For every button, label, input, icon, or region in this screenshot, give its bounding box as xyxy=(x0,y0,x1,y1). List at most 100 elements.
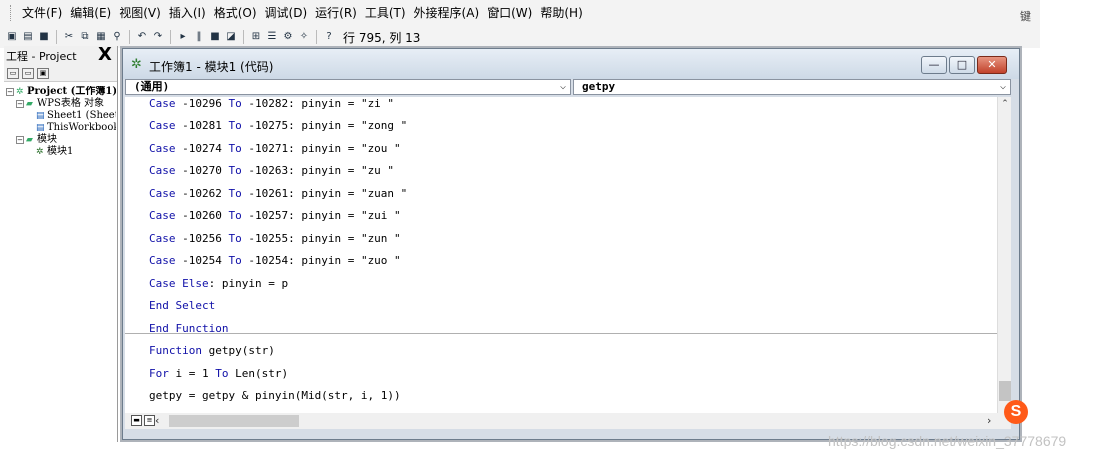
chevron-down-icon[interactable]: ⌵ xyxy=(560,80,566,94)
toolbar-separator xyxy=(243,30,244,44)
tree-item-thisworkbook[interactable]: ▤ ThisWorkbook xyxy=(6,122,116,134)
menu-tools[interactable]: 工具(T) xyxy=(361,0,410,26)
chevron-down-icon[interactable]: ⌵ xyxy=(1000,80,1006,94)
object-dropdown-value: (通用) xyxy=(134,80,170,93)
code-line: Case -10254 To -10254: pinyin = "zuo " xyxy=(149,254,401,267)
toolbar-dot xyxy=(497,10,499,12)
object-browser-icon[interactable]: ⚙ xyxy=(281,30,295,44)
code-line: Case -10281 To -10275: pinyin = "zong " xyxy=(149,119,408,132)
tree-item-label: ThisWorkbook xyxy=(47,122,116,133)
collapse-icon[interactable]: − xyxy=(6,88,14,96)
save-icon[interactable]: ■ xyxy=(37,30,51,44)
view-code-icon[interactable]: ▭ xyxy=(7,68,19,79)
tree-item-label: 模块 xyxy=(37,134,57,145)
project-toolbar: ▭ ▭ ▣ xyxy=(4,66,117,82)
code-window: ✲ 工作簿1 - 模块1 (代码) — □ ✕ (通用) ⌵ getpy ⌵ C… xyxy=(122,48,1020,440)
menu-edit[interactable]: 编辑(E) xyxy=(66,0,115,26)
tree-item-module1[interactable]: ✲ 模块1 xyxy=(6,146,116,158)
menu-debug[interactable]: 调试(D) xyxy=(261,0,312,26)
code-line: Case -10262 To -10261: pinyin = "zuan " xyxy=(149,187,408,200)
menu-file[interactable]: 文件(F) xyxy=(18,0,66,26)
tree-item-modules-folder[interactable]: − ▰ 模块 xyxy=(6,134,116,146)
find-icon[interactable]: ⚲ xyxy=(110,30,124,44)
menu-view[interactable]: 视图(V) xyxy=(115,0,165,26)
menu-grip[interactable] xyxy=(10,5,14,21)
menu-window[interactable]: 窗口(W) xyxy=(483,0,536,26)
cut-icon[interactable]: ✂ xyxy=(62,30,76,44)
menu-run[interactable]: 运行(R) xyxy=(311,0,361,26)
toolbar-separator xyxy=(56,30,57,44)
code-line: For i = 1 To Len(str) xyxy=(149,367,289,380)
tree-item-label: Sheet1 (Sheet1) xyxy=(47,110,116,121)
menubar-right-text: 键 xyxy=(1020,10,1031,23)
code-editor[interactable]: Case -10296 To -10282: pinyin = "zi " Ca… xyxy=(125,97,997,413)
project-tree: − ✲ Project (工作簿1) − ▰ WPS表格 对象 ▤ Sheet1… xyxy=(6,86,116,158)
procedure-separator xyxy=(125,333,997,334)
toolbar-separator xyxy=(316,30,317,44)
chevron-left-icon[interactable]: ‹ xyxy=(155,413,159,429)
tree-item-label: 模块1 xyxy=(47,146,74,157)
copy-icon[interactable]: ⧉ xyxy=(78,30,92,44)
insert-module-icon[interactable]: ▤ xyxy=(21,30,35,44)
project-explorer: 工程 - Project X ▭ ▭ ▣ − ✲ Project (工作簿1) … xyxy=(4,46,118,442)
code-window-title: 工作簿1 - 模块1 (代码) xyxy=(149,60,274,74)
object-dropdown[interactable]: (通用) ⌵ xyxy=(125,79,571,95)
design-mode-icon[interactable]: ◪ xyxy=(224,30,238,44)
paste-icon[interactable]: ▦ xyxy=(94,30,108,44)
project-icon: ✲ xyxy=(16,87,24,97)
stop-icon[interactable]: ■ xyxy=(208,30,222,44)
project-explorer-icon[interactable]: ⊞ xyxy=(249,30,263,44)
menu-bar: 文件(F) 编辑(E) 视图(V) 插入(I) 格式(O) 调试(D) 运行(R… xyxy=(0,0,1040,26)
module-icon: ✲ xyxy=(131,57,142,72)
pause-icon[interactable]: ‖ xyxy=(192,30,206,44)
vertical-scroll-thumb[interactable] xyxy=(999,381,1011,401)
code-line: getpy = getpy & pinyin(Mid(str, i, 1)) xyxy=(149,389,401,402)
chevron-right-icon[interactable]: › xyxy=(987,413,991,429)
collapse-icon[interactable]: − xyxy=(16,100,24,108)
folder-icon: ▰ xyxy=(26,99,33,109)
menu-help[interactable]: 帮助(H) xyxy=(536,0,586,26)
code-line: Case -10296 To -10282: pinyin = "zi " xyxy=(149,97,395,110)
close-button[interactable]: ✕ xyxy=(977,56,1007,74)
code-line: Case -10260 To -10257: pinyin = "zui " xyxy=(149,209,401,222)
folder-icon: ▰ xyxy=(26,135,33,145)
sheet-icon: ▤ xyxy=(36,111,45,121)
toolbar-separator xyxy=(170,30,171,44)
toolbar-separator xyxy=(129,30,130,44)
horizontal-scrollbar[interactable]: ▬ ≡ ‹ › xyxy=(125,413,1011,429)
properties-icon[interactable]: ☰ xyxy=(265,30,279,44)
full-module-view-icon[interactable]: ≡ xyxy=(144,415,155,426)
toggle-folders-icon[interactable]: ▣ xyxy=(37,68,49,79)
vertical-scrollbar[interactable]: ⌃ xyxy=(997,97,1011,413)
tree-item-sheet1[interactable]: ▤ Sheet1 (Sheet1) xyxy=(6,110,116,122)
menu-addins[interactable]: 外接程序(A) xyxy=(410,0,484,26)
menu-format[interactable]: 格式(O) xyxy=(210,0,261,26)
code-line: Case -10274 To -10271: pinyin = "zou " xyxy=(149,142,401,155)
help-icon[interactable]: ? xyxy=(322,30,336,44)
redo-icon[interactable]: ↷ xyxy=(151,30,165,44)
tree-item-objects-folder[interactable]: − ▰ WPS表格 对象 xyxy=(6,98,116,110)
horizontal-scroll-thumb[interactable] xyxy=(169,415,299,427)
project-title: 工程 - Project xyxy=(6,50,77,63)
code-line: End Select xyxy=(149,299,216,312)
toolbox-icon[interactable]: ✧ xyxy=(297,30,311,44)
procedure-dropdown[interactable]: getpy ⌵ xyxy=(573,79,1011,95)
module-icon: ✲ xyxy=(36,147,44,157)
collapse-icon[interactable]: − xyxy=(16,136,24,144)
view-excel-icon[interactable]: ▣ xyxy=(5,30,19,44)
minimize-button[interactable]: — xyxy=(921,56,947,74)
procedure-dropdown-value: getpy xyxy=(582,80,616,93)
sogou-ime-icon[interactable]: S xyxy=(1004,400,1028,424)
project-close-button[interactable]: X xyxy=(96,46,114,64)
maximize-button[interactable]: □ xyxy=(949,56,975,74)
chevron-up-icon[interactable]: ⌃ xyxy=(998,97,1012,111)
run-icon[interactable]: ▸ xyxy=(176,30,190,44)
code-window-title-bar[interactable]: ✲ 工作簿1 - 模块1 (代码) — □ ✕ xyxy=(123,49,1019,79)
tree-item-project[interactable]: − ✲ Project (工作簿1) xyxy=(6,86,116,98)
code-line: Case -10270 To -10263: pinyin = "zu " xyxy=(149,164,395,177)
undo-icon[interactable]: ↶ xyxy=(135,30,149,44)
project-title-bar: 工程 - Project X xyxy=(4,46,117,66)
view-object-icon[interactable]: ▭ xyxy=(22,68,34,79)
menu-insert[interactable]: 插入(I) xyxy=(165,0,210,26)
procedure-view-icon[interactable]: ▬ xyxy=(131,415,142,426)
